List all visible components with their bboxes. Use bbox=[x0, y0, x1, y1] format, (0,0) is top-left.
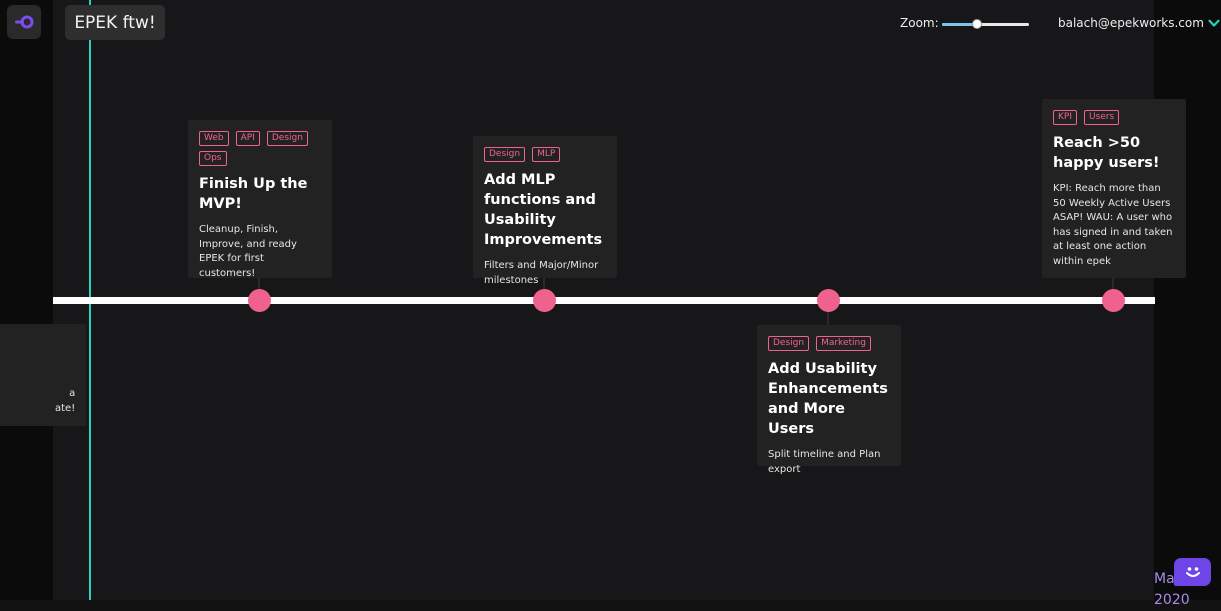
milestone-title: Add MLP functions and Usability Improvem… bbox=[484, 172, 603, 248]
user-email: balach@epekworks.com bbox=[1058, 16, 1204, 30]
chevron-down-icon bbox=[1208, 19, 1220, 27]
milestone-card-mlp[interactable]: Design MLP Add MLP functions and Usabili… bbox=[473, 136, 617, 286]
milestone-card-partial-text: a ate! bbox=[55, 388, 76, 414]
timeline-axis bbox=[53, 297, 1155, 304]
tag[interactable]: Users bbox=[1083, 110, 1120, 125]
milestone-description: Filters and Major/Minor milestones bbox=[484, 260, 599, 286]
smiley-chat-icon bbox=[1185, 567, 1200, 577]
milestone-card-usability[interactable]: Design Marketing Add Usability Enhanceme… bbox=[757, 325, 901, 475]
tag[interactable]: MLP bbox=[532, 147, 561, 162]
milestone-dot[interactable] bbox=[1102, 289, 1125, 312]
tag[interactable]: Web bbox=[199, 131, 229, 146]
milestone-title: Add Usability Enhancements and More User… bbox=[768, 361, 888, 437]
tag[interactable]: Marketing bbox=[816, 336, 871, 351]
tag-list: Design MLP bbox=[484, 147, 606, 162]
project-title[interactable]: EPEK ftw! bbox=[65, 5, 165, 40]
milestone-dot[interactable] bbox=[248, 289, 271, 312]
tag[interactable]: Design bbox=[484, 147, 526, 162]
milestone-description: KPI: Reach more than 50 Weekly Active Us… bbox=[1053, 183, 1173, 267]
tag-list: KPI Users bbox=[1053, 110, 1175, 125]
milestone-dot[interactable] bbox=[817, 289, 840, 312]
tag[interactable]: KPI bbox=[1053, 110, 1077, 125]
milestone-description: Split timeline and Plan export bbox=[768, 449, 881, 475]
right-margin bbox=[1154, 0, 1221, 600]
milestone-card-users[interactable]: KPI Users Reach >50 happy users! KPI: Re… bbox=[1042, 99, 1186, 278]
tag[interactable]: Design bbox=[768, 336, 810, 351]
milestone-stem bbox=[827, 310, 829, 325]
tag[interactable]: Ops bbox=[199, 151, 227, 166]
milestone-title: Finish Up the MVP! bbox=[199, 176, 308, 212]
milestone-title: Reach >50 happy users! bbox=[1053, 135, 1160, 171]
zoom-slider[interactable] bbox=[942, 19, 1029, 29]
zoom-label: Zoom: bbox=[900, 16, 939, 30]
tag[interactable]: API bbox=[235, 131, 260, 146]
tag-list: Web API Design Ops bbox=[199, 131, 321, 166]
tag-list: Design Marketing bbox=[768, 336, 890, 351]
epek-logo-icon bbox=[15, 15, 34, 29]
chat-widget-button[interactable] bbox=[1174, 558, 1211, 586]
zoom-slider-thumb[interactable] bbox=[971, 19, 982, 29]
left-margin bbox=[0, 0, 53, 600]
milestone-card-mvp[interactable]: Web API Design Ops Finish Up the MVP! Cl… bbox=[188, 120, 332, 279]
milestone-description: Cleanup, Finish, Improve, and ready EPEK… bbox=[199, 224, 297, 279]
tag[interactable]: Design bbox=[266, 131, 308, 146]
milestone-dot[interactable] bbox=[533, 289, 556, 312]
app-logo-button[interactable] bbox=[7, 5, 41, 39]
user-menu[interactable]: balach@epekworks.com bbox=[1058, 16, 1220, 30]
